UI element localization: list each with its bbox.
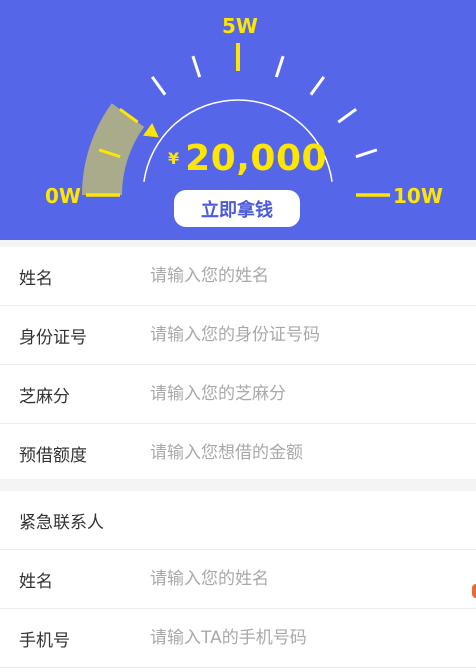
- gauge-header: 0W 5W 10W ¥20,000 立即拿钱: [0, 0, 476, 240]
- contact-phone-input[interactable]: [150, 628, 450, 648]
- loan-limit-input[interactable]: [150, 443, 450, 463]
- gauge-tick: [191, 55, 202, 78]
- gauge-tick: [355, 148, 378, 159]
- gauge-min-label: 0W: [45, 184, 81, 208]
- loan-limit-label: 预借额度: [19, 445, 87, 466]
- sesame-score-label: 芝麻分: [19, 386, 70, 407]
- name-row: 姓名: [0, 247, 476, 306]
- loan-amount: ¥20,000: [168, 138, 327, 179]
- contact-name-input[interactable]: [150, 569, 450, 589]
- gauge-tick: [150, 76, 167, 96]
- id-number-input[interactable]: [150, 325, 450, 345]
- loan-form: 姓名 身份证号 芝麻分 预借额度: [0, 247, 476, 483]
- loan-limit-row: 预借额度: [0, 424, 476, 483]
- gauge-fill-arc: [82, 103, 145, 195]
- gauge-tick: [309, 76, 326, 96]
- sesame-score-input[interactable]: [150, 384, 450, 404]
- gauge-tick: [337, 107, 357, 124]
- floating-edge-icon[interactable]: [472, 584, 476, 598]
- id-number-row: 身份证号: [0, 306, 476, 365]
- amount-value: 20,000: [185, 138, 328, 179]
- gauge-mid-label: 5W: [222, 14, 258, 38]
- emergency-contact-title: 紧急联系人: [0, 491, 476, 550]
- currency-symbol: ¥: [168, 149, 180, 168]
- gauge-max-label: 10W: [393, 184, 443, 208]
- contact-phone-label: 手机号: [19, 630, 70, 651]
- emergency-contact-form: 紧急联系人 姓名 手机号: [0, 491, 476, 668]
- get-money-button[interactable]: 立即拿钱: [174, 190, 300, 227]
- gauge-tick: [274, 55, 285, 78]
- section-divider: [0, 479, 476, 491]
- contact-name-label: 姓名: [19, 571, 53, 592]
- contact-name-row: 姓名: [0, 550, 476, 609]
- name-label: 姓名: [19, 268, 53, 289]
- name-input[interactable]: [150, 266, 450, 286]
- sesame-score-row: 芝麻分: [0, 365, 476, 424]
- id-number-label: 身份证号: [19, 327, 87, 348]
- gauge-pointer-icon: [143, 123, 159, 138]
- contact-phone-row: 手机号: [0, 609, 476, 668]
- emergency-contact-heading: 紧急联系人: [19, 512, 104, 533]
